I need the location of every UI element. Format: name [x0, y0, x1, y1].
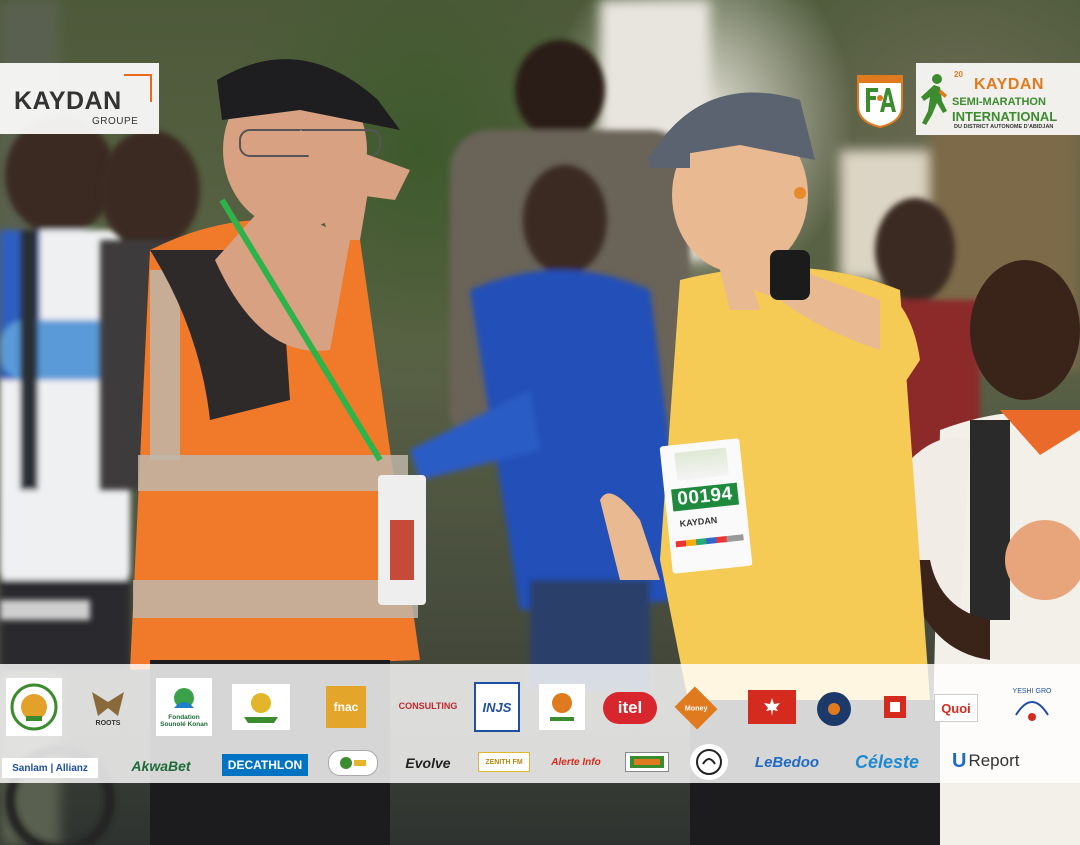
sponsor-fnac-logo: fnac	[326, 686, 366, 728]
sponsor-injs-logo: INJS	[474, 682, 520, 732]
kaydan-mark-icon	[124, 74, 152, 102]
event-brand: KAYDAN	[974, 76, 1044, 93]
event-title-line3: DU DISTRICT AUTONOME D'ABIDJAN	[954, 124, 1054, 130]
semi-marathon-logo: 20 KAYDAN SEMI-MARATHON INTERNATIONAL DU…	[916, 63, 1080, 135]
kaydan-groupe-logo: KAYDAN GROUPE	[0, 63, 159, 134]
sponsor-carre-dor-logo	[873, 688, 915, 728]
sponsor-akwabet-logo: AkwaBet	[131, 758, 191, 774]
sponsor-u-report-logo: U Report	[952, 749, 1020, 772]
sponsor-decathlon-logo: DECATHLON	[222, 754, 308, 776]
bib-brand: KAYDAN	[679, 514, 718, 529]
event-title-line1: SEMI-MARATHON	[952, 96, 1046, 108]
sponsor-ministere-logo	[539, 684, 585, 730]
sponsor-itel-logo: itel	[603, 692, 657, 724]
sponsor-celeste-logo: Céleste	[854, 751, 920, 772]
sponsor-mairie-logo	[6, 678, 62, 736]
sponsor-roots-logo: ROOTS	[78, 682, 138, 732]
event-title-line2: INTERNATIONAL	[952, 109, 1058, 124]
sponsor-evolve-logo: Evolve	[405, 755, 451, 771]
sponsor-fondation-konan-logo: Fondation Sounolé Konan	[156, 678, 212, 736]
sponsor-zenith-fm-logo: ZENITH FM	[478, 752, 530, 772]
sponsor-quoi-logo: Quoi	[934, 694, 978, 722]
race-bib: 00194 KAYDAN	[659, 438, 753, 574]
kaydan-logo-name: KAYDAN	[14, 87, 122, 115]
event-edition: 20	[954, 70, 963, 79]
sponsor-bar: ROOTS Fondation Sounolé Konan fnac CONSU…	[0, 664, 1080, 783]
bib-header	[674, 447, 729, 481]
kaydan-logo-sub: GROUPE	[92, 116, 139, 127]
sponsor-alerte-info-logo: Alerte Info	[551, 756, 601, 768]
sponsor-sanlam-allianz-logo: Sanlam | Allianz	[2, 758, 98, 778]
sponsor-scb-premium-logo	[817, 692, 851, 726]
runner-icon	[921, 74, 947, 125]
sponsor-badge-logo	[328, 750, 378, 776]
federation-badge-icon	[857, 75, 903, 128]
sponsor-lebedoo-logo: LeBedoo	[754, 753, 820, 771]
sponsor-moov-money-logo: Money	[674, 686, 718, 730]
sponsor-yeshi-gro-logo: YESHI GRO	[1004, 682, 1060, 730]
bib-number: 00194	[671, 482, 740, 512]
sponsor-round-logo	[690, 744, 728, 780]
sponsor-shanman-consulting-logo: CONSULTING	[398, 701, 458, 711]
sponsor-canada-logo	[748, 690, 796, 724]
sponsor-fondation-logo	[232, 684, 290, 730]
bib-sponsor-strip	[675, 534, 744, 548]
sponsor-media-logo	[625, 752, 669, 772]
